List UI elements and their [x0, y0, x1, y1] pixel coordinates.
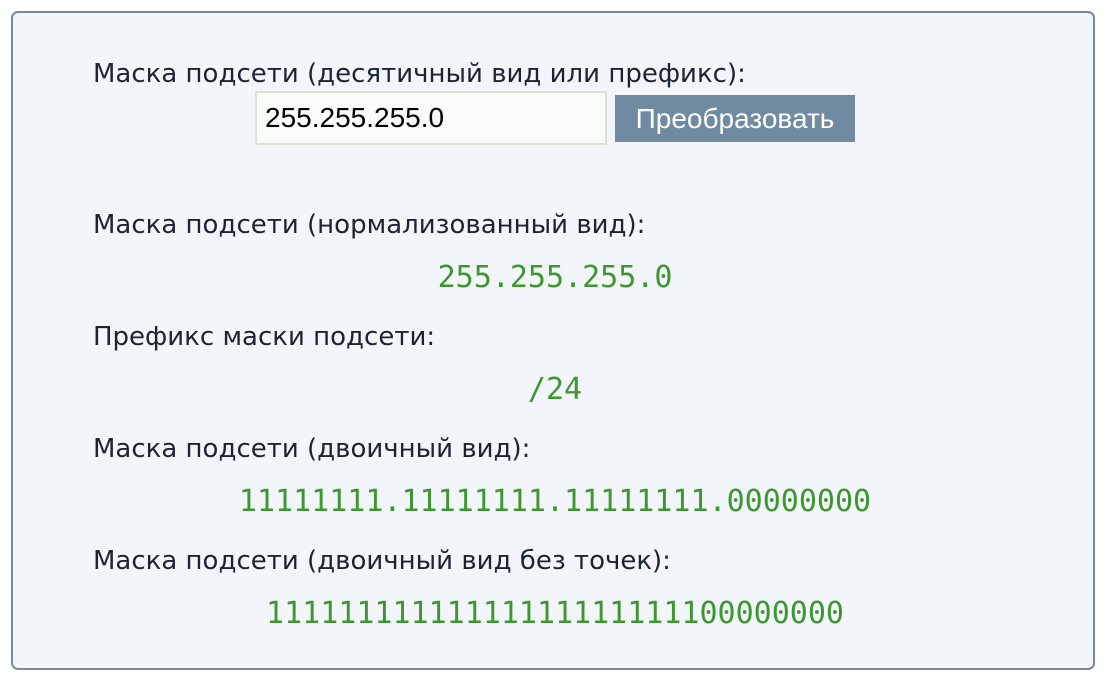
- binary-mask-value: 11111111.11111111.11111111.00000000: [238, 484, 872, 519]
- prefix-label: Префикс маски подсети:: [93, 322, 436, 352]
- mask-input-label: Маска подсети (десятичный вид или префик…: [93, 59, 746, 89]
- binary-nodots-label: Маска подсети (двоичный вид без точек):: [93, 546, 671, 576]
- normalized-mask-value: 255.255.255.0: [437, 260, 673, 295]
- mask-input[interactable]: [255, 91, 607, 145]
- mask-converter-panel: Маска подсети (десятичный вид или префик…: [11, 11, 1095, 670]
- convert-button[interactable]: Преобразовать: [615, 95, 855, 142]
- binary-nodots-value: 11111111111111111111111100000000: [266, 596, 844, 631]
- binary-mask-label: Маска подсети (двоичный вид):: [93, 434, 531, 464]
- normalized-mask-label: Маска подсети (нормализованный вид):: [93, 210, 646, 240]
- prefix-value: /24: [527, 372, 583, 407]
